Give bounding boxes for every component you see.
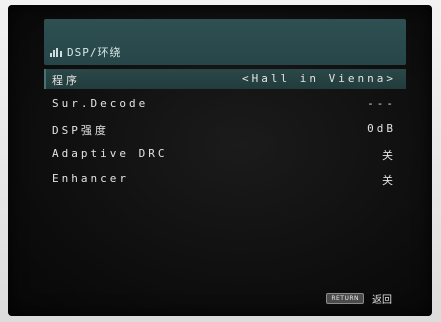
return-label: 返回 xyxy=(372,295,392,306)
menu-header: DSP/环绕 xyxy=(44,19,406,65)
footer-hint: RETURN 返回 xyxy=(326,291,392,306)
menu-item-label: 程序 xyxy=(52,74,80,87)
menu-item-label: Enhancer xyxy=(52,172,129,185)
osd-screen: DSP/环绕 程序 <Hall in Vienna> Sur.Decode --… xyxy=(8,5,432,316)
menu-item-adaptive-drc[interactable]: Adaptive DRC 关 xyxy=(44,144,406,164)
menu-item-program[interactable]: 程序 <Hall in Vienna> xyxy=(44,69,406,89)
menu-item-value: <Hall in Vienna> xyxy=(242,72,396,85)
menu-item-dsp-level[interactable]: DSP强度 0dB xyxy=(44,119,406,139)
menu-item-label: DSP强度 xyxy=(52,124,109,137)
menu-item-value: 关 xyxy=(382,149,396,162)
menu-item-label: Adaptive DRC xyxy=(52,147,168,160)
tv-bezel: DSP/环绕 程序 <Hall in Vienna> Sur.Decode --… xyxy=(0,0,441,322)
header-title-group: DSP/环绕 xyxy=(50,44,122,60)
menu-item-value: 关 xyxy=(382,174,396,187)
return-button[interactable]: RETURN xyxy=(326,293,364,304)
menu-item-sur-decode[interactable]: Sur.Decode --- xyxy=(44,94,406,114)
menu-item-value: 0dB xyxy=(367,122,396,135)
menu-item-label: Sur.Decode xyxy=(52,97,149,110)
dsp-surround-icon xyxy=(50,47,62,57)
page-title: DSP/环绕 xyxy=(67,46,122,59)
menu-item-value: --- xyxy=(367,97,396,110)
menu-item-enhancer[interactable]: Enhancer 关 xyxy=(44,169,406,189)
settings-menu: 程序 <Hall in Vienna> Sur.Decode --- DSP强度… xyxy=(44,69,406,194)
